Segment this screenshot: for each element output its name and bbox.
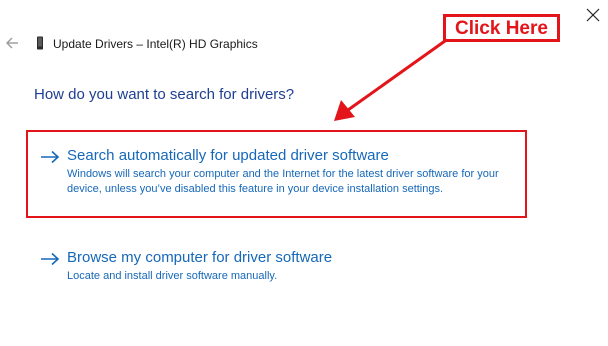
right-arrow-icon xyxy=(41,150,60,164)
option-title[interactable]: Search automatically for updated driver … xyxy=(67,146,389,166)
right-arrow-icon xyxy=(41,252,60,266)
option-description: Windows will search your computer and th… xyxy=(67,168,499,195)
click-here-callout: Click Here xyxy=(443,14,560,42)
option-title[interactable]: Browse my computer for driver software xyxy=(67,248,332,268)
callout-label: Click Here xyxy=(455,17,548,39)
close-icon[interactable] xyxy=(585,7,601,23)
device-icon xyxy=(37,36,43,50)
page-heading: How do you want to search for drivers? xyxy=(34,86,295,103)
window-title: Update Drivers – Intel(R) HD Graphics xyxy=(53,37,258,51)
update-drivers-window: Update Drivers – Intel(R) HD Graphics Ho… xyxy=(0,0,608,346)
back-arrow-icon[interactable] xyxy=(5,34,19,52)
option-description: Locate and install driver software manua… xyxy=(67,270,278,282)
